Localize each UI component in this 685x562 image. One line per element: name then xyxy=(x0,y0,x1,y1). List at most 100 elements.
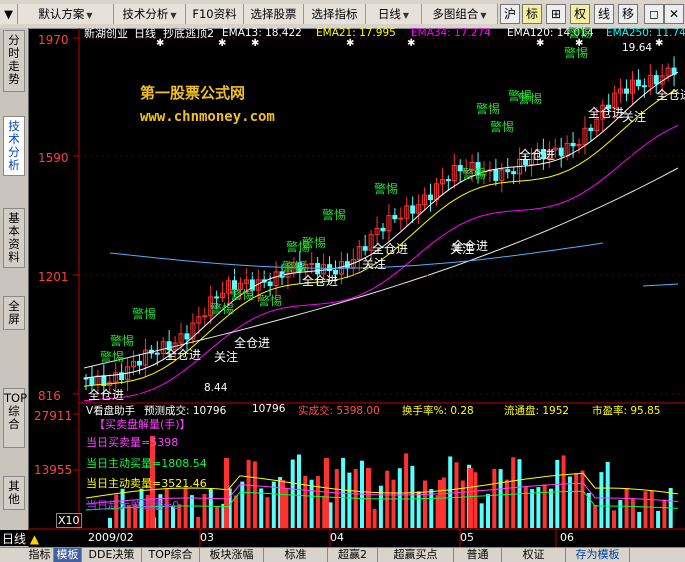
volume-bar xyxy=(183,488,188,528)
candle-body xyxy=(184,333,190,340)
bottom-period-text: 日线 xyxy=(2,532,27,546)
candle-body xyxy=(624,88,630,94)
volume-bar xyxy=(234,495,238,528)
volume-bar xyxy=(643,491,648,528)
line-button[interactable]: 线 xyxy=(594,4,614,24)
volume-bar xyxy=(259,488,264,528)
volume-bar xyxy=(429,489,434,528)
candle-body xyxy=(428,194,434,201)
analysis-dropdown[interactable]: 技术分析 ▼ xyxy=(114,4,186,24)
tab-chaoying2[interactable]: 超赢2 xyxy=(328,548,378,562)
attention-signal: 关注 xyxy=(622,110,647,124)
tab-technical-analysis[interactable]: 技术分析 xyxy=(3,116,25,176)
tab-normal[interactable]: 普通 xyxy=(454,548,502,562)
volume-bar xyxy=(334,469,339,528)
low-price-label: 8.44 xyxy=(204,382,228,394)
tab-template[interactable]: 模板 xyxy=(54,548,82,562)
tab-basic-info[interactable]: 基本资料 xyxy=(3,208,25,268)
close-icon[interactable]: ✕ xyxy=(664,4,684,24)
volume-bar xyxy=(511,457,516,528)
bottom-period-label[interactable]: 日线 ▲ xyxy=(0,530,88,546)
tab-sector-gain[interactable]: 板块涨幅 xyxy=(200,548,264,562)
bottom-tab-bar: 指标 模板 DDE决策 TOP综合 板块涨幅 标准 超赢2 超赢买点 普通 权证… xyxy=(0,547,685,562)
volume-multiplier: X10 xyxy=(56,513,82,528)
attention-signal: 关注 xyxy=(362,257,387,271)
chart-period: 日线 xyxy=(134,27,156,40)
triangle-up-icon: ▲ xyxy=(29,532,40,546)
tab-chaoying-buy[interactable]: 超赢买点 xyxy=(378,548,454,562)
volume-bar xyxy=(486,493,490,528)
tab-top-composite-bottom[interactable]: TOP综合 xyxy=(142,548,200,562)
star-marker: ✱ xyxy=(251,38,259,49)
buy-signal: 全仓进 xyxy=(165,348,202,362)
buy-signal: 全仓进 xyxy=(588,106,625,120)
f10-button[interactable]: F10资料 xyxy=(186,4,244,24)
volume-bar xyxy=(523,486,528,528)
multi-chart-dropdown[interactable]: 多图组合 ▼ xyxy=(422,4,498,24)
volume-bar xyxy=(605,461,610,528)
ema250-label: EMA250: 11.74 xyxy=(606,27,685,39)
select-indicator-button[interactable]: 选择指标 xyxy=(304,4,366,24)
volume-bar xyxy=(240,481,245,528)
tab-dde[interactable]: DDE决策 xyxy=(82,548,142,562)
rights-button[interactable]: 权 xyxy=(570,4,590,24)
volume-bar xyxy=(530,489,535,528)
period-label: 日线 xyxy=(377,7,401,21)
volume-bar xyxy=(574,473,579,528)
tab-other[interactable]: 其他 xyxy=(3,476,25,510)
alert-signal: 警惕 xyxy=(230,288,255,302)
tab-fullscreen[interactable]: 全屏 xyxy=(3,296,25,330)
scheme-dropdown[interactable]: 默认方案 ▼ xyxy=(18,4,114,24)
restore-window-icon[interactable]: ◻ xyxy=(644,4,664,24)
volume-bar xyxy=(593,504,598,528)
tab-save-template[interactable]: 存为模板 xyxy=(566,548,630,562)
period-dropdown[interactable]: 日线 ▼ xyxy=(366,4,422,24)
buy-signal: 全仓进 xyxy=(302,274,339,288)
dropdown-arrow-icon[interactable]: ▼ xyxy=(0,4,18,24)
mark-button[interactable]: 标 xyxy=(522,4,542,24)
volume-bar xyxy=(580,470,585,528)
watermark-title: 第一股票公式网 xyxy=(140,84,246,102)
tab-standard[interactable]: 标准 xyxy=(264,548,328,562)
alert-signal: 警惕 xyxy=(374,182,399,196)
tab-warrant[interactable]: 权证 xyxy=(502,548,566,562)
buy-signal: 全仓进 xyxy=(519,148,556,162)
volume-bar xyxy=(252,461,257,528)
time-label-jun: 06 xyxy=(560,531,574,544)
volume-bar-tall xyxy=(324,458,329,528)
chevron-down-icon: ▼ xyxy=(480,11,487,20)
volume-tick-mid: 13955 xyxy=(34,463,73,477)
scroll-right-icon[interactable]: 沪 xyxy=(500,4,520,24)
volume-bar xyxy=(378,485,383,528)
f10-label: F10资料 xyxy=(192,7,237,21)
volume-bar xyxy=(416,491,421,528)
volume-bar xyxy=(328,502,333,528)
candle-body xyxy=(398,217,404,220)
price-tick-1201: 1201 xyxy=(38,270,69,284)
volume-bar xyxy=(649,490,654,528)
alert-signal: 警惕 xyxy=(564,46,589,60)
candle-body xyxy=(570,142,576,147)
volume-bar xyxy=(479,503,484,528)
float-shares: 流通盘: 1952 xyxy=(504,405,570,417)
candle-body xyxy=(558,147,564,157)
volume-bar xyxy=(397,468,402,528)
crosshair-icon[interactable]: ⊞ xyxy=(546,4,566,24)
move-button[interactable]: 移 xyxy=(618,4,638,24)
alert-signal: 警惕 xyxy=(302,236,327,250)
buy-signal: 全仓进 xyxy=(656,88,685,102)
select-stock-button[interactable]: 选择股票 xyxy=(244,4,304,24)
candle-body xyxy=(392,215,398,220)
ema21-label: EMA21: 17.995 xyxy=(316,27,396,39)
buy-signal: 全仓进 xyxy=(234,336,271,350)
volume-bar xyxy=(246,460,251,528)
tab-top-composite[interactable]: TOP综合 xyxy=(3,388,27,448)
turnover-rate: 换手率%: 0.28 xyxy=(402,405,474,417)
volume-bar xyxy=(492,468,497,528)
ema13-label: EMA13: 18.422 xyxy=(222,27,302,39)
volume-bar xyxy=(208,489,213,528)
volume-bar xyxy=(656,510,661,528)
tab-indicator[interactable]: 指标 xyxy=(26,548,54,562)
tab-intraday[interactable]: 分时走势 xyxy=(3,30,25,92)
volume-tick-top: 27911 xyxy=(34,409,73,423)
